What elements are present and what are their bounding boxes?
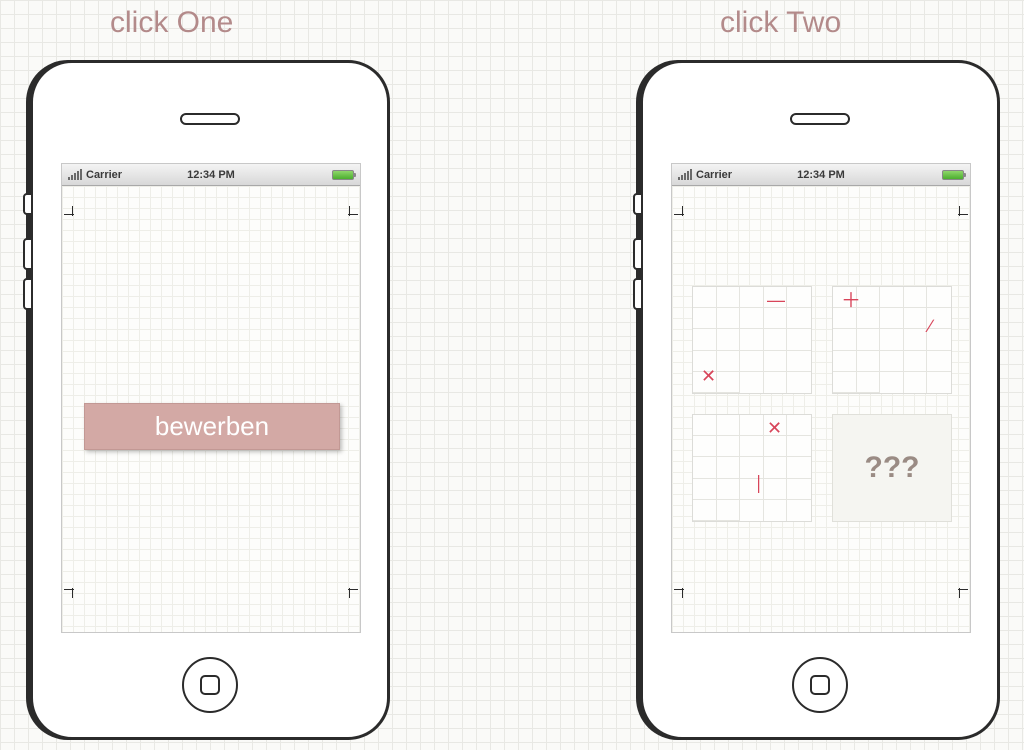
speaker-slot	[790, 113, 850, 125]
volume-up-button	[23, 238, 33, 270]
battery-icon	[332, 170, 354, 180]
speaker-slot	[180, 113, 240, 125]
guide-mark	[349, 206, 350, 216]
guide-mark	[959, 206, 960, 216]
clock-label: 12:34 PM	[797, 169, 845, 181]
carrier-label: Carrier	[86, 169, 122, 181]
mute-switch	[23, 193, 33, 215]
phone-mockup-one: Carrier 12:34 PM bewerben	[30, 60, 390, 740]
carrier-label: Carrier	[696, 169, 732, 181]
status-bar: Carrier 12:34 PM	[672, 164, 970, 186]
title-click-one: click One	[110, 6, 233, 40]
puzzle-tile-3[interactable]: ✕ —	[692, 414, 812, 522]
clock-label: 12:34 PM	[187, 169, 235, 181]
x-icon: ✕	[701, 367, 716, 385]
battery-icon	[942, 170, 964, 180]
slash-icon: ∕	[929, 317, 932, 335]
screen-two: Carrier 12:34 PM — ✕	[671, 163, 971, 633]
puzzle-tile-1[interactable]: — ✕	[692, 286, 812, 394]
content-area-one: bewerben	[62, 186, 360, 632]
puzzle-grid: — ✕ ＋ ∕ ✕	[692, 286, 950, 522]
status-bar: Carrier 12:34 PM	[62, 164, 360, 186]
home-button[interactable]	[792, 657, 848, 713]
signal-icon	[678, 169, 692, 180]
title-click-two: click Two	[720, 6, 841, 40]
content-area-two: — ✕ ＋ ∕ ✕	[672, 186, 970, 632]
home-icon	[810, 675, 830, 695]
guide-mark	[959, 588, 960, 598]
bewerben-button[interactable]: bewerben	[84, 403, 340, 450]
guide-mark	[682, 588, 683, 598]
minus-icon: —	[767, 291, 785, 309]
guide-mark	[682, 206, 683, 216]
x-icon: ✕	[767, 419, 782, 437]
home-icon	[200, 675, 220, 695]
screen-one: Carrier 12:34 PM bewerben	[61, 163, 361, 633]
puzzle-tile-question[interactable]: ???	[832, 414, 952, 522]
plus-icon: ＋	[841, 291, 861, 311]
signal-icon	[68, 169, 82, 180]
guide-mark	[349, 588, 350, 598]
vertical-bar-icon: —	[751, 475, 769, 493]
volume-down-button	[23, 278, 33, 310]
guide-mark	[72, 206, 73, 216]
home-button[interactable]	[182, 657, 238, 713]
guide-mark	[72, 588, 73, 598]
volume-up-button	[633, 238, 643, 270]
phone-mockup-two: Carrier 12:34 PM — ✕	[640, 60, 1000, 740]
puzzle-tile-2[interactable]: ＋ ∕	[832, 286, 952, 394]
volume-down-button	[633, 278, 643, 310]
mute-switch	[633, 193, 643, 215]
